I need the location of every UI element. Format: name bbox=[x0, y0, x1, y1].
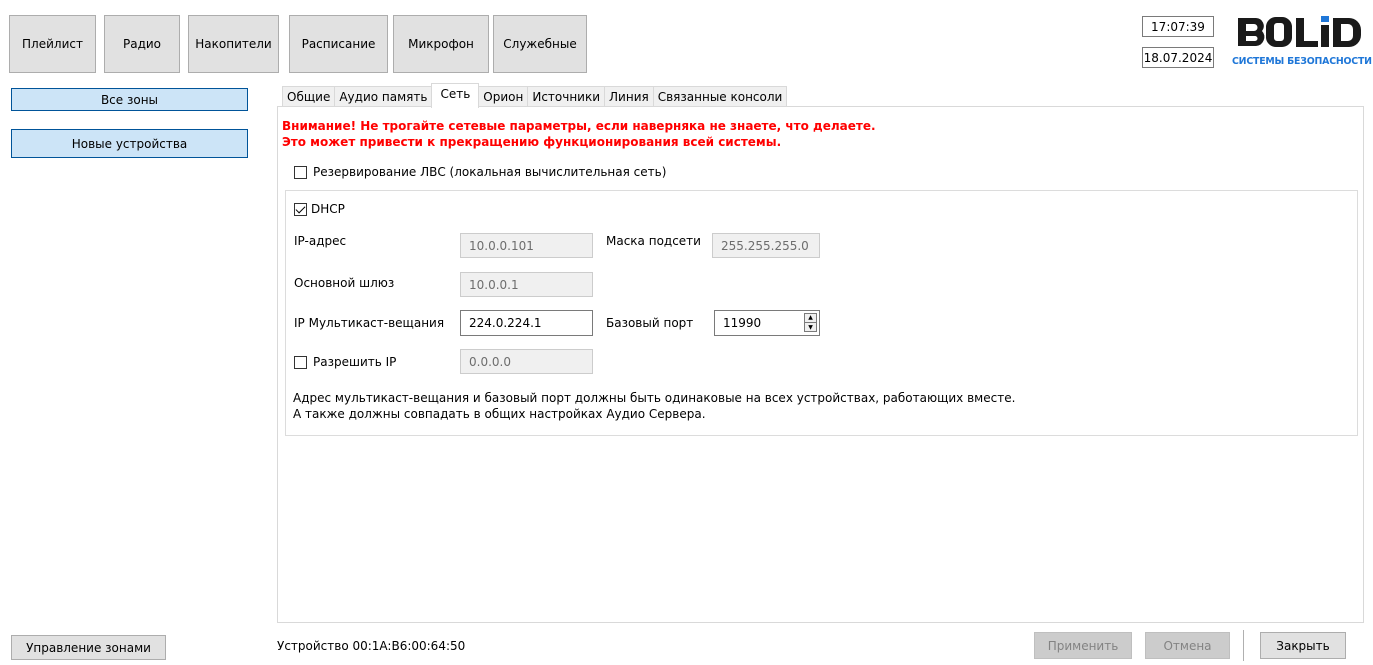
nav-microphone-button[interactable]: Микрофон bbox=[393, 15, 489, 73]
nav-schedule-button[interactable]: Расписание bbox=[289, 15, 388, 73]
tab-linked-consoles[interactable]: Связанные консоли bbox=[652, 86, 788, 107]
settings-tabs: Общие Аудио память Сеть Орион Источники … bbox=[282, 83, 788, 108]
device-address-label: Устройство 00:1A:B6:00:64:50 bbox=[277, 639, 466, 653]
subnet-mask-label: Маска подсети bbox=[606, 234, 701, 248]
allow-ip-label: Разрешить IP bbox=[313, 355, 397, 369]
subnet-mask-field[interactable]: 255.255.255.0 bbox=[712, 233, 820, 258]
logo-subtitle: СИСТЕМЫ БЕЗОПАСНОСТИ bbox=[1232, 56, 1372, 67]
gateway-field[interactable]: 10.0.0.1 bbox=[460, 272, 593, 297]
note-line2: А также должны совпадать в общих настрой… bbox=[293, 407, 706, 421]
bolid-logo: СИСТЕМЫ БЕЗОПАСНОСТИ bbox=[1232, 12, 1372, 72]
nav-storage-button[interactable]: Накопители bbox=[188, 15, 279, 73]
tab-general[interactable]: Общие bbox=[282, 86, 336, 107]
manage-zones-button[interactable]: Управление зонами bbox=[11, 635, 166, 660]
lan-redundancy-label: Резервирование ЛВС (локальная вычислител… bbox=[313, 165, 667, 179]
dhcp-label: DHCP bbox=[311, 202, 345, 216]
spin-up-icon[interactable]: ▲ bbox=[805, 314, 816, 323]
warning-text-line2: Это может привести к прекращению функцио… bbox=[282, 135, 782, 149]
nav-playlist-button[interactable]: Плейлист bbox=[9, 15, 96, 73]
base-port-spinner[interactable]: ▲ ▼ bbox=[804, 313, 817, 332]
ip-address-label: IP-адрес bbox=[294, 234, 347, 248]
all-zones-button[interactable]: Все зоны bbox=[11, 88, 248, 111]
tab-line[interactable]: Линия bbox=[604, 86, 654, 107]
footer-divider bbox=[1243, 630, 1244, 661]
cancel-button[interactable]: Отмена bbox=[1145, 632, 1230, 659]
note-line1: Адрес мультикаст-вещания и базовый порт … bbox=[293, 391, 1016, 405]
new-devices-button[interactable]: Новые устройства bbox=[11, 129, 248, 158]
nav-service-button[interactable]: Служебные bbox=[493, 15, 587, 73]
close-button[interactable]: Закрыть bbox=[1260, 632, 1346, 659]
tab-orion[interactable]: Орион bbox=[478, 86, 529, 107]
dhcp-checkbox[interactable] bbox=[294, 203, 307, 216]
lan-redundancy-checkbox[interactable] bbox=[294, 166, 307, 179]
spin-down-icon[interactable]: ▼ bbox=[805, 323, 816, 332]
tab-audio-memory[interactable]: Аудио память bbox=[334, 86, 433, 107]
allow-ip-field[interactable]: 0.0.0.0 bbox=[460, 349, 593, 374]
tab-sources[interactable]: Источники bbox=[527, 86, 606, 107]
base-port-label: Базовый порт bbox=[606, 316, 694, 330]
ip-address-field[interactable]: 10.0.0.101 bbox=[460, 233, 593, 258]
clock-time: 17:07:39 bbox=[1142, 16, 1214, 37]
multicast-ip-label: IP Мультикаст-вещания bbox=[294, 316, 445, 330]
gateway-label: Основной шлюз bbox=[294, 276, 395, 290]
apply-button[interactable]: Применить bbox=[1034, 632, 1132, 659]
tab-network[interactable]: Сеть bbox=[431, 83, 480, 108]
allow-ip-checkbox[interactable] bbox=[294, 356, 307, 369]
clock-date: 18.07.2024 bbox=[1142, 47, 1214, 68]
warning-text-line1: Внимание! Не трогайте сетевые параметры,… bbox=[282, 119, 876, 133]
multicast-ip-input[interactable]: 224.0.224.1 bbox=[460, 310, 593, 336]
nav-radio-button[interactable]: Радио bbox=[104, 15, 180, 73]
